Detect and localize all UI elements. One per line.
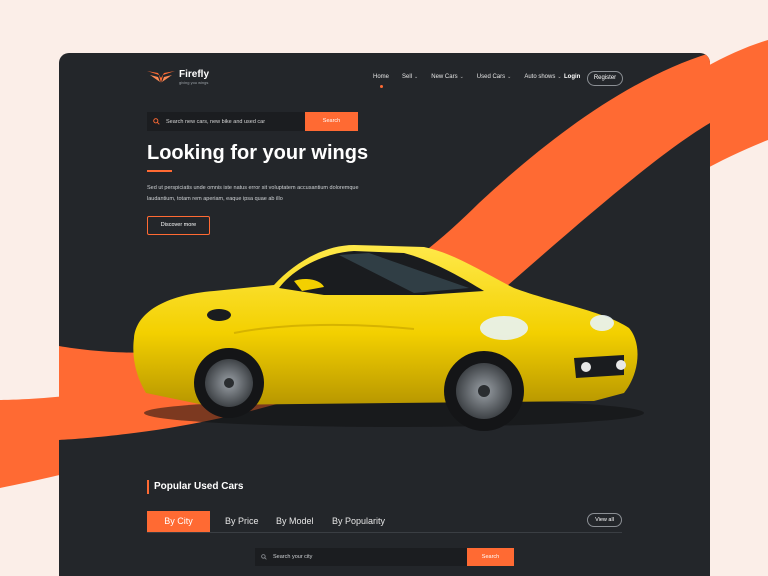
search-icon (153, 118, 160, 125)
main-nav: Home Sell ⌄ New Cars ⌄ Used Cars ⌄ Auto sho… (373, 74, 575, 88)
nav-item-new-cars[interactable]: New Cars ⌄ (431, 74, 464, 80)
tab-by-price[interactable]: By Price (225, 511, 259, 532)
chevron-down-icon: ⌄ (414, 74, 419, 80)
nav-item-label: Used Cars (476, 74, 506, 80)
city-search-button[interactable]: Search (467, 548, 514, 566)
nav-item-sell[interactable]: Sell ⌄ (402, 74, 418, 80)
brand-tagline: giving you wings (179, 80, 209, 85)
view-all-button[interactable]: View all (587, 513, 622, 527)
tab-by-model[interactable]: By Model (276, 511, 314, 532)
wings-logo-icon (147, 71, 175, 83)
main-card: Firefly giving you wings Home Sell ⌄ New … (59, 53, 710, 576)
yellow-sports-car-image (133, 245, 644, 431)
nav-item-label: Sell (402, 74, 413, 80)
chevron-down-icon: ⌄ (557, 74, 562, 80)
nav-item-auto-shows[interactable]: Auto shows ⌄ (524, 74, 561, 80)
tab-by-city[interactable]: By City (147, 511, 210, 532)
city-search-placeholder: Search your city (273, 554, 313, 560)
section-title: Popular Used Cars (154, 481, 244, 492)
tab-by-popularity[interactable]: By Popularity (332, 511, 385, 532)
nav-item-label: Auto shows (524, 74, 556, 80)
register-button[interactable]: Register (587, 71, 623, 86)
hero-underline (147, 170, 172, 172)
section-accent-bar (147, 480, 149, 494)
chevron-down-icon: ⌄ (459, 74, 464, 80)
brand-name: Firefly (179, 69, 210, 80)
chevron-down-icon: ⌄ (507, 74, 512, 80)
hero-description: Sed ut perspiciatis unde omnis iste natu… (147, 185, 359, 202)
search-placeholder: Search new cars, new bike and used car (166, 118, 266, 125)
filter-tabs: By City By Price By Model By Popularity (147, 511, 622, 533)
hero-title: Looking for your wings (147, 142, 369, 164)
page: Firefly giving you wings Home Sell ⌄ New … (0, 0, 768, 576)
nav-item-used-cars[interactable]: Used Cars ⌄ (477, 74, 512, 80)
search-button[interactable]: Search (305, 112, 358, 131)
city-search-input[interactable]: Search your city (255, 548, 467, 566)
nav-item-label: New Cars (431, 74, 458, 80)
login-link[interactable]: Login (564, 74, 580, 80)
brand-logo[interactable]: Firefly giving you wings (147, 69, 209, 85)
search-input[interactable]: Search new cars, new bike and used car (147, 112, 305, 131)
nav-item-label: Home (373, 74, 390, 80)
nav-item-home[interactable]: Home (373, 74, 390, 88)
search-icon (261, 554, 267, 560)
